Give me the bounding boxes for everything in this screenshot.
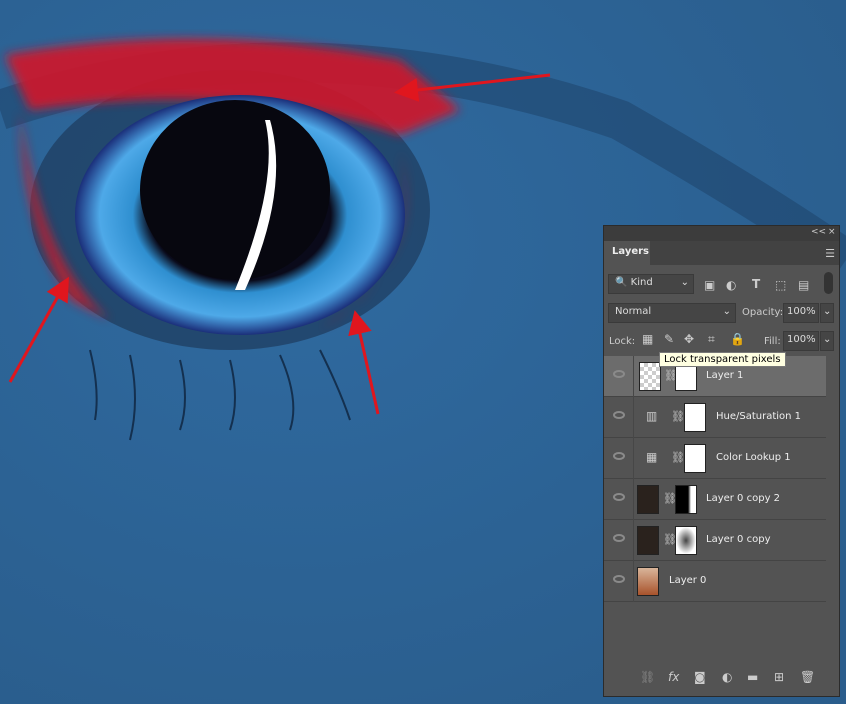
layers-toolbar: ⛓ fx ◙ ◐ ▬ ⊞ 🗑 [604,666,839,690]
panel-topbar: << × [604,226,839,241]
close-panel-button[interactable]: × [828,227,836,237]
layer-mask-thumbnail[interactable] [675,526,697,555]
lock-image-pixels-icon[interactable]: ✎ [664,332,674,346]
opacity-input[interactable]: 100% [783,303,819,323]
chevron-down-icon: ⌄ [680,277,689,288]
layer-thumbnail [637,485,659,514]
visibility-eye-icon[interactable] [613,534,625,542]
type-filter-icon[interactable]: T [752,277,760,291]
layer-row[interactable]: ▦ ⛓ Color Lookup 1 [604,438,826,479]
layer-row[interactable]: ▥ ⛓ Hue/Saturation 1 [604,397,826,438]
visibility-eye-icon[interactable] [613,370,625,378]
fx-button[interactable]: fx [668,670,679,684]
new-group-icon[interactable]: ▬ [747,670,758,684]
layer-mask-thumbnail[interactable] [684,403,706,432]
layer-thumbnail [639,362,661,391]
layer-name[interactable]: Layer 1 [706,370,743,381]
image-filter-icon[interactable]: ▣ [704,278,715,292]
pupil [140,100,330,280]
visibility-eye-icon[interactable] [613,452,625,460]
lock-all-icon[interactable]: 🔒 [730,332,745,346]
collapse-button[interactable]: << [811,227,826,237]
layer-name[interactable]: Color Lookup 1 [716,452,791,463]
shape-filter-icon[interactable]: ⬚ [775,278,786,292]
layer-name[interactable]: Layer 0 copy [706,534,770,545]
layer-mask-thumbnail[interactable] [675,485,697,514]
fill-input[interactable]: 100% [783,331,819,351]
layer-row[interactable]: ⛓ Layer 0 copy 2 [604,479,826,520]
layer-thumbnail [637,567,659,596]
fill-label: Fill: [764,336,781,347]
opacity-label: Opacity: [742,307,784,318]
opacity-dropdown[interactable]: ⌄ [820,303,834,323]
layer-thumbnail [637,526,659,555]
link-icon[interactable]: ⛓ [671,451,685,464]
new-adjustment-layer-icon[interactable]: ◐ [722,670,732,684]
layers-panel: << × Layers ☰ 🔍 Kind ⌄ ▣ ◐ T ⬚ ▤ Normal ⌄ … [603,225,840,697]
lock-transparent-pixels-icon[interactable]: ▦ [642,332,653,346]
new-layer-icon[interactable]: ⊞ [774,670,784,684]
visibility-eye-icon[interactable] [613,411,625,419]
layer-name[interactable]: Layer 0 [669,575,706,586]
tooltip: Lock transparent pixels [659,352,786,367]
layer-name[interactable]: Hue/Saturation 1 [716,411,801,422]
layer-row[interactable]: Layer 0 [604,561,826,602]
layer-name[interactable]: Layer 0 copy 2 [706,493,780,504]
filter-kind-select[interactable]: 🔍 Kind ⌄ [608,274,694,294]
visibility-eye-icon[interactable] [613,575,625,583]
visibility-eye-icon[interactable] [613,493,625,501]
trash-icon[interactable]: 🗑 [800,670,815,684]
layer-row[interactable]: ⛓ Layer 0 copy [604,520,826,561]
lock-position-icon[interactable]: ✥ [684,332,694,346]
tab-layers[interactable]: Layers [604,241,650,265]
link-icon[interactable]: ⛓ [671,410,685,423]
blend-mode-select[interactable]: Normal ⌄ [608,303,736,323]
adjustment-filter-icon[interactable]: ◐ [726,278,736,292]
chevron-down-icon: ⌄ [722,306,731,317]
lock-label: Lock: [609,336,636,347]
color-lookup-icon: ▦ [646,450,658,464]
smart-object-filter-icon[interactable]: ▤ [798,278,809,292]
hamburger-icon[interactable]: ☰ [825,247,835,260]
lock-artboard-icon[interactable]: ⌗ [708,332,715,347]
add-mask-icon[interactable]: ◙ [694,670,706,684]
filter-kind-label: Kind [630,277,653,288]
layer-mask-thumbnail[interactable] [684,444,706,473]
fill-dropdown[interactable]: ⌄ [820,331,834,351]
filter-toggle[interactable] [824,272,833,294]
link-layers-icon[interactable]: ⛓ [640,670,655,684]
blend-mode-value: Normal [615,306,652,317]
hue-saturation-icon: ▥ [646,409,658,423]
